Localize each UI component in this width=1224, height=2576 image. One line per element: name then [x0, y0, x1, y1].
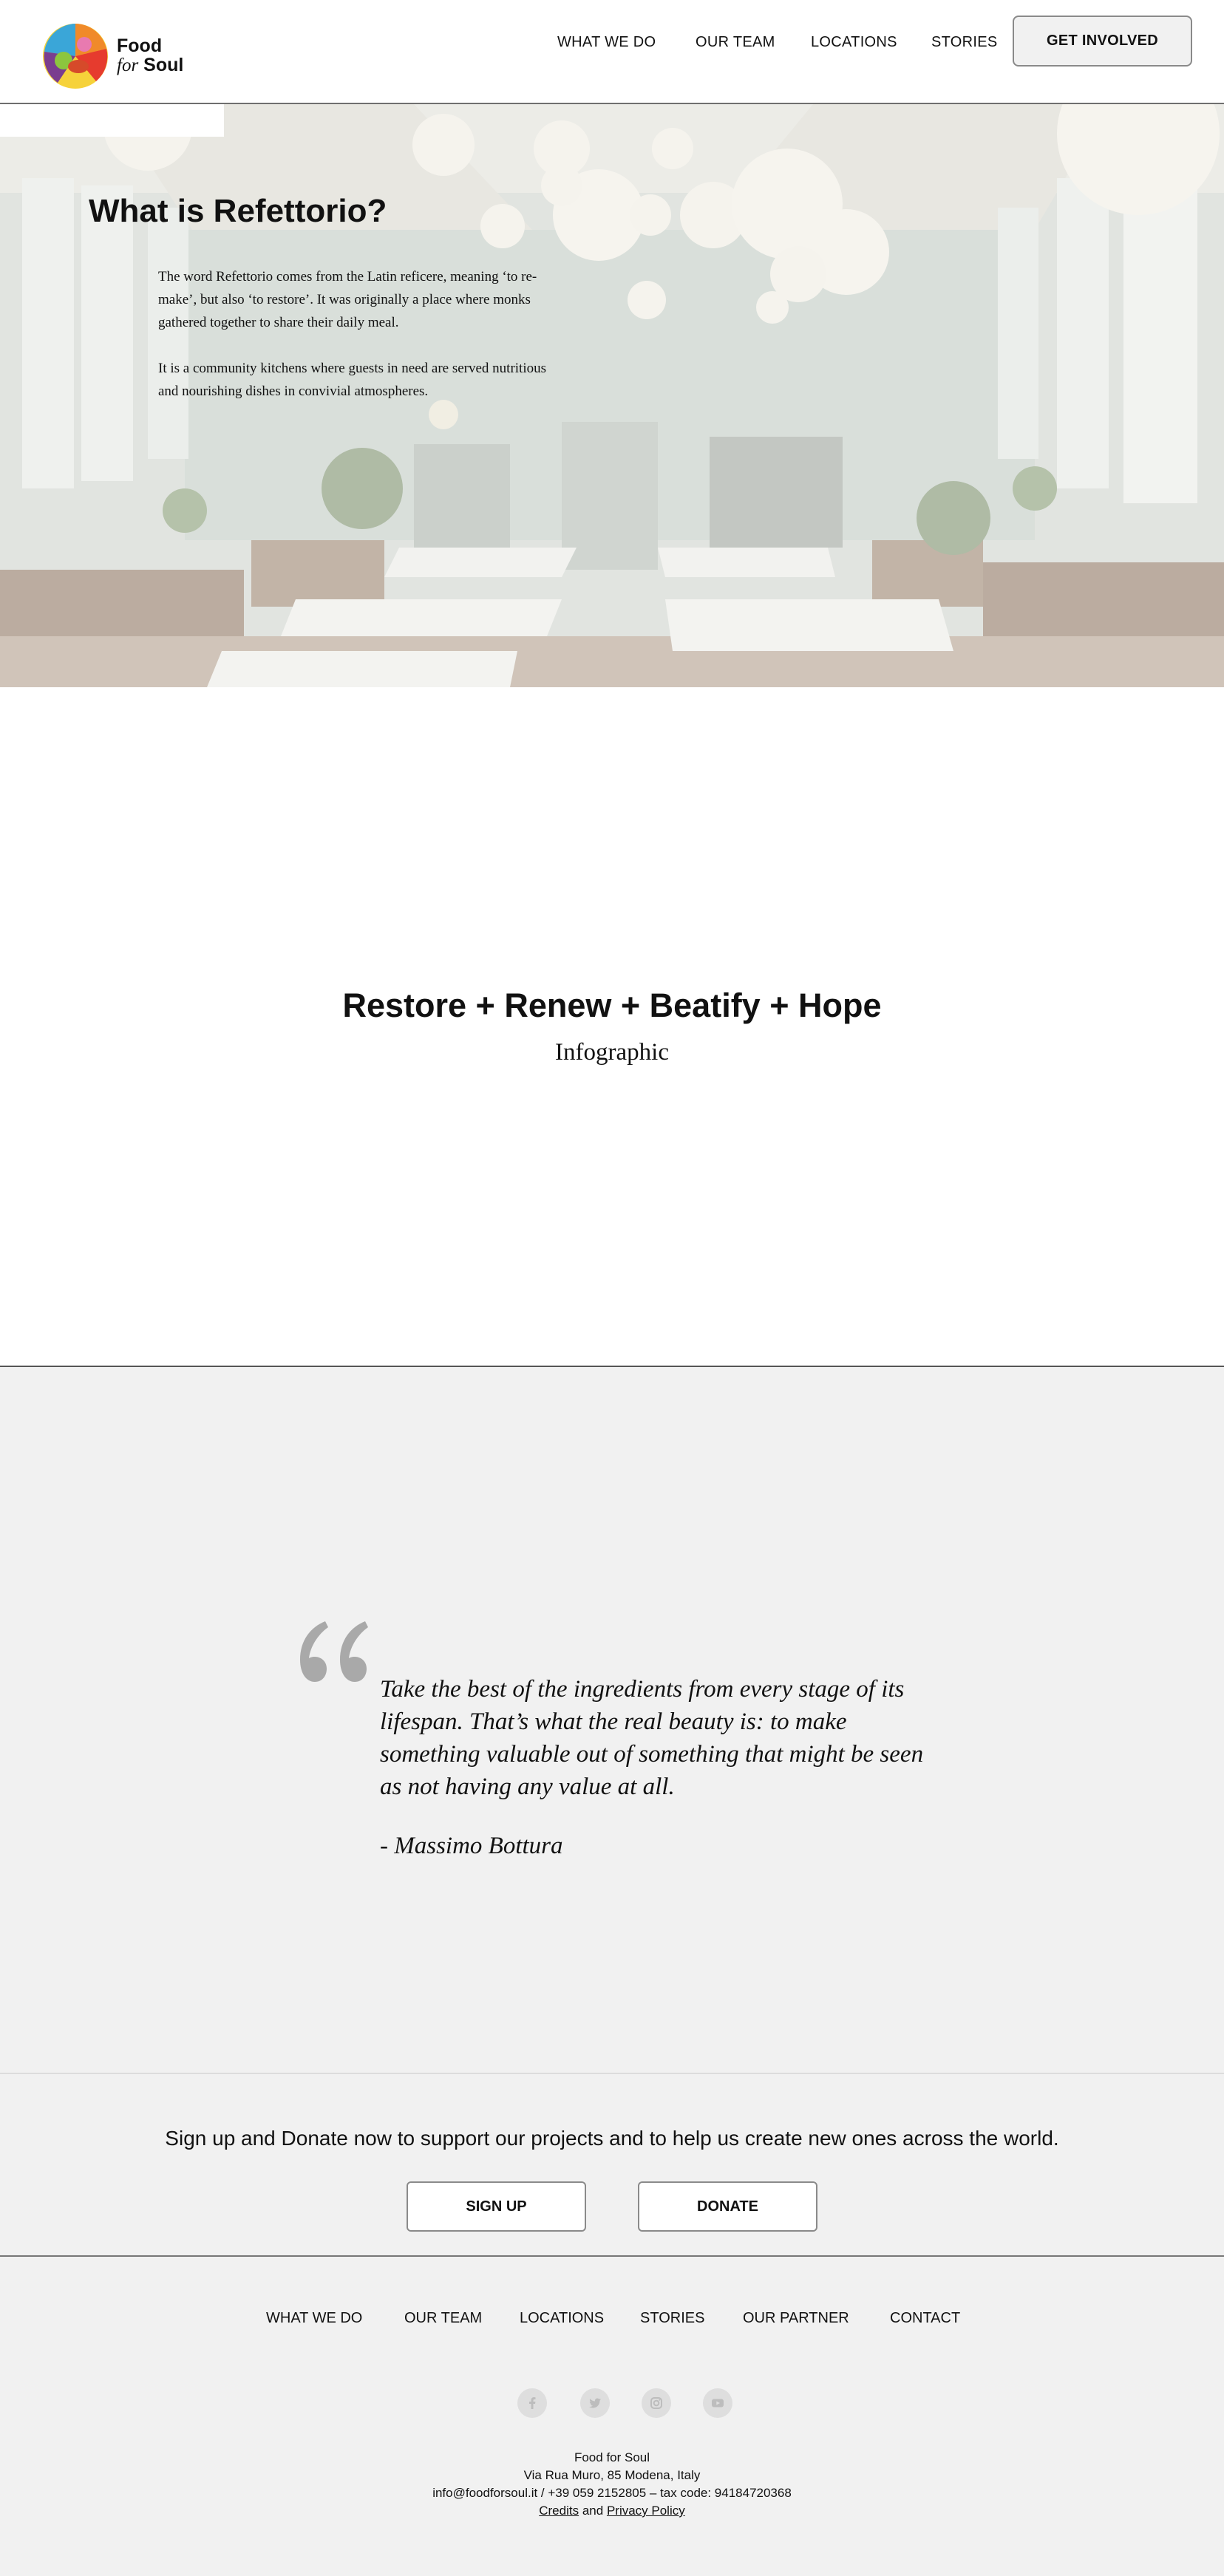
logo-wordmark: Food for Soul [117, 35, 183, 76]
footer-nav-stories[interactable]: STORIES [640, 2310, 704, 2327]
quote-section: Take the best of the ingredients from ev… [0, 1367, 1224, 2074]
quote-author: - Massimo Bottura [380, 1833, 563, 1859]
get-involved-button[interactable]: GET INVOLVED [1013, 16, 1192, 67]
footer-org-name: Food for Soul [574, 2450, 650, 2464]
hero-paragraph-1: The word Refettorio comes from the Latin… [158, 269, 537, 330]
instagram-icon[interactable] [642, 2388, 671, 2418]
logo-line-food: Food [117, 35, 163, 56]
hero-corner-tab [0, 104, 224, 137]
nav-our-team[interactable]: OUR TEAM [696, 34, 775, 56]
quote-text: Take the best of the ingredients from ev… [380, 1676, 924, 1800]
footer-nav-what-we-do[interactable]: WHAT WE DO [266, 2310, 362, 2327]
nav-stories[interactable]: STORIES [931, 34, 998, 56]
infographic-section: Restore + Renew + Beatify + Hope Infogra… [0, 687, 1224, 1367]
footer-nav-locations[interactable]: LOCATIONS [520, 2310, 604, 2327]
site-footer: WHAT WE DO OUR TEAM LOCATIONS STORIES OU… [0, 2257, 1224, 2576]
quote-mark-icon [300, 1621, 368, 1682]
sign-up-button[interactable]: SIGN UP [407, 2181, 586, 2232]
facebook-icon[interactable] [517, 2388, 547, 2418]
logo-mark-icon [43, 23, 108, 89]
cta-text: Sign up and Donate now to support our pr… [165, 2127, 1059, 2150]
logo-line-for-soul: for Soul [117, 55, 183, 75]
signup-donate-section: Sign up and Donate now to support our pr… [0, 2074, 1224, 2257]
food-for-soul-logo[interactable]: Food for Soul [41, 21, 189, 91]
infographic-subtitle: Infographic [555, 1039, 669, 1066]
logo-word-for: for [117, 55, 139, 75]
privacy-policy-link[interactable]: Privacy Policy [607, 2504, 685, 2518]
infographic-title: Restore + Renew + Beatify + Hope [342, 987, 882, 1024]
site-header: Food for Soul WHAT WE DO OUR TEAM LOCATI… [0, 0, 1224, 104]
footer-contact: info@foodforsoul.it / +39 059 2152805 – … [432, 2486, 792, 2500]
hero-title: What is Refettorio? [89, 193, 387, 229]
nav-locations[interactable]: LOCATIONS [811, 34, 897, 56]
footer-nav-contact[interactable]: CONTACT [890, 2310, 960, 2327]
hero-paragraph-2: It is a community kitchens where guests … [158, 361, 547, 399]
nav-what-we-do[interactable]: WHAT WE DO [557, 34, 656, 56]
youtube-icon[interactable] [703, 2388, 732, 2418]
footer-address: Via Rua Muro, 85 Modena, Italy [523, 2468, 701, 2482]
footer-and-text: and [582, 2504, 604, 2518]
footer-nav-our-team[interactable]: OUR TEAM [404, 2310, 482, 2327]
footer-legal-links: Credits and Privacy Policy [0, 2502, 1224, 2520]
footer-nav-our-partner[interactable]: OUR PARTNER [743, 2310, 849, 2327]
donate-button[interactable]: DONATE [638, 2181, 817, 2232]
hero-section: What is Refettorio? The word Refettorio … [0, 104, 1224, 687]
credits-link[interactable]: Credits [539, 2504, 579, 2518]
logo-word-soul: Soul [143, 55, 184, 75]
twitter-icon[interactable] [580, 2388, 610, 2418]
